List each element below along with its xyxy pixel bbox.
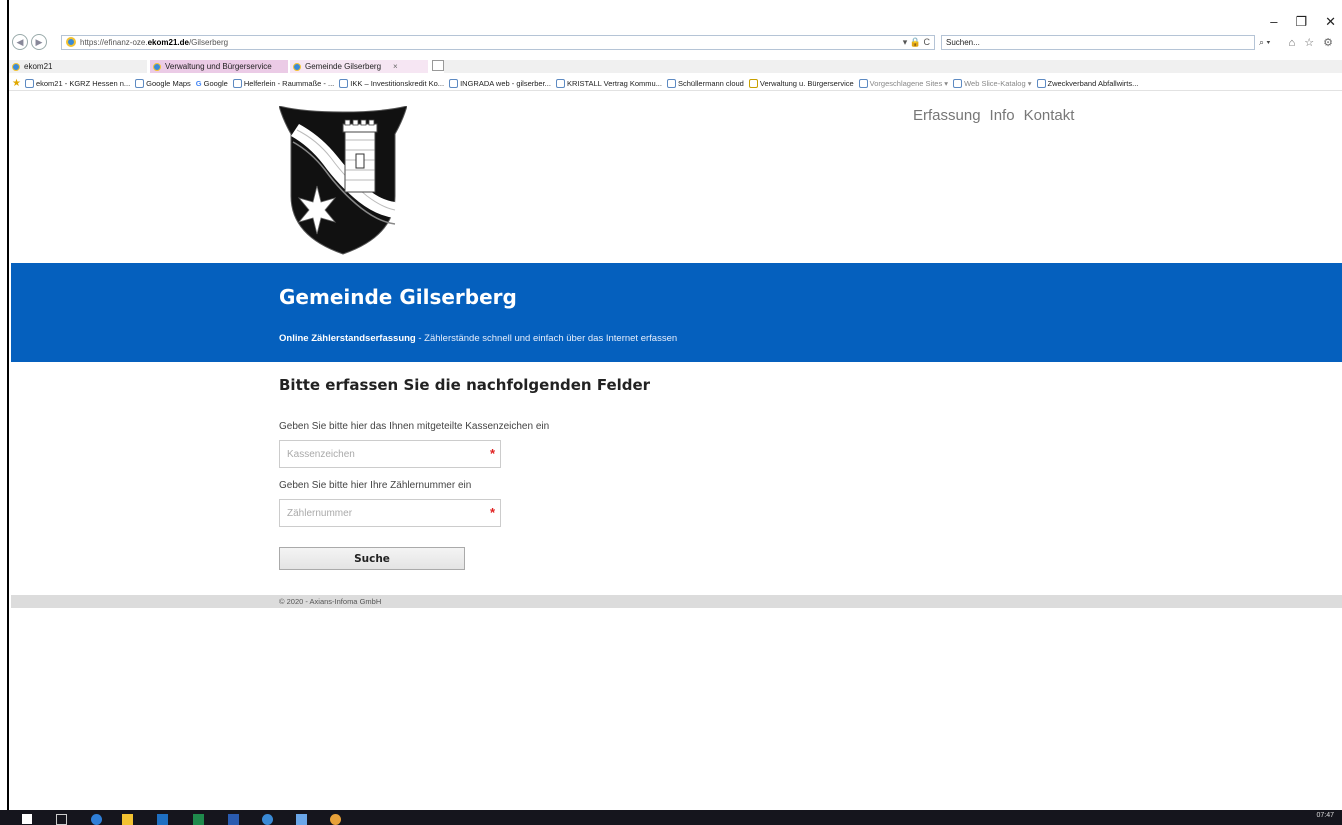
favorite-link[interactable]: KRISTALL Vertrag Kommu... bbox=[555, 78, 662, 88]
app-icon[interactable] bbox=[296, 814, 307, 825]
required-marker: * bbox=[489, 446, 495, 461]
favorites-star-icon[interactable]: ★ bbox=[12, 78, 21, 89]
kassenzeichen-input[interactable] bbox=[280, 441, 500, 467]
app-icon[interactable] bbox=[330, 814, 341, 825]
required-marker: * bbox=[489, 505, 495, 520]
new-tab-button[interactable] bbox=[432, 60, 444, 71]
browser-chrome: – ❐ ✕ ◀ ▶ https://efinanz-oze. ekom21.de /… bbox=[9, 0, 1342, 93]
tab-gilserberg[interactable]: Gemeinde Gilserberg × bbox=[290, 60, 428, 73]
favorite-link[interactable]: Web Slice-Katalog ▾ bbox=[953, 78, 1032, 88]
tab-close-icon[interactable]: × bbox=[393, 62, 398, 71]
meter-form: Bitte erfassen Sie die nachfolgenden Fel… bbox=[279, 376, 879, 570]
ie-icon bbox=[12, 62, 20, 71]
subtitle-bold: Online Zählerstandserfassung bbox=[279, 333, 416, 344]
favorite-link[interactable]: INGRADA web - gilserber... bbox=[449, 78, 551, 88]
zaehlernummer-field: * bbox=[279, 499, 501, 527]
nav-erfassung[interactable]: Erfassung bbox=[913, 107, 981, 124]
header-banner: Gemeinde Gilserberg Online Zählerstandse… bbox=[11, 263, 1342, 362]
edge-icon[interactable] bbox=[91, 814, 102, 825]
tab-label: ekom21 bbox=[24, 62, 53, 71]
favorite-link[interactable]: ekom21 - KGRZ Hessen n... bbox=[24, 78, 130, 88]
favorite-link[interactable]: Zweckverband Abfallwirts... bbox=[1036, 78, 1138, 88]
word-icon[interactable] bbox=[228, 814, 239, 825]
page-title: Gemeinde Gilserberg bbox=[279, 285, 517, 309]
favorite-link[interactable]: G Google bbox=[196, 79, 228, 88]
browser-search-input[interactable]: Suchen... bbox=[941, 34, 1255, 50]
addr-icons[interactable]: ▾ 🔒 C bbox=[903, 37, 930, 48]
footer: © 2020 - Axians-Infoma GmbH bbox=[11, 595, 1342, 608]
address-row: ◀ ▶ https://efinanz-oze. ekom21.de/Gilser… bbox=[9, 33, 1342, 51]
nav-kontakt[interactable]: Kontakt bbox=[1024, 107, 1075, 124]
window-left-border bbox=[0, 0, 9, 810]
outlook-icon[interactable] bbox=[157, 814, 168, 825]
address-bar[interactable]: https://efinanz-oze. ekom21.de/Gilserberg… bbox=[61, 34, 935, 50]
url-path: /Gilserberg bbox=[188, 37, 229, 47]
zaehlernummer-label: Geben Sie bitte hier Ihre Zählernummer e… bbox=[279, 480, 472, 491]
ie-taskbar-icon[interactable] bbox=[262, 814, 273, 825]
window-controls: – ❐ ✕ bbox=[1270, 14, 1336, 30]
favorite-link[interactable]: Schüllermann cloud bbox=[666, 78, 744, 88]
task-view-icon[interactable] bbox=[56, 814, 67, 825]
top-navigation: Erfassung Info Kontakt bbox=[913, 107, 1074, 124]
ie-icon bbox=[293, 62, 301, 71]
favorite-link[interactable]: Google Maps bbox=[135, 78, 191, 88]
back-icon[interactable]: ◀ bbox=[12, 34, 28, 50]
subtitle-text: - Zählerstände schnell und einfach über … bbox=[415, 333, 678, 344]
nav-info[interactable]: Info bbox=[990, 107, 1015, 124]
kassenzeichen-field: * bbox=[279, 440, 501, 468]
maximize-button[interactable]: ❐ bbox=[1295, 14, 1307, 30]
tab-label: Verwaltung und Bürgerservice bbox=[165, 62, 272, 71]
favorite-link[interactable]: Verwaltung u. Bürgerservice bbox=[748, 78, 854, 88]
page-content: Erfassung Info Kontakt Gemeinde Gilserbe… bbox=[11, 94, 1342, 808]
tab-verwaltung[interactable]: Verwaltung und Bürgerservice bbox=[150, 60, 288, 73]
url-domain: ekom21.de bbox=[147, 37, 189, 47]
tab-label: Gemeinde Gilserberg bbox=[305, 62, 382, 71]
favorite-link[interactable]: IKK – Investitionskredit Ko... bbox=[339, 78, 444, 88]
tab-bar: ekom21 Verwaltung und Bürgerservice Geme… bbox=[9, 60, 1342, 73]
banner-subtitle: Online Zählerstandserfassung - Zählerstä… bbox=[279, 333, 677, 344]
minimize-button[interactable]: – bbox=[1270, 14, 1277, 30]
taskbar-clock[interactable]: 07:47 bbox=[1316, 812, 1334, 819]
toolbar-icons[interactable]: ⌂ ☆ ⚙ bbox=[1289, 36, 1336, 49]
url-prefix: https://efinanz-oze. bbox=[80, 37, 148, 47]
kassenzeichen-label: Geben Sie bitte hier das Ihnen mitgeteil… bbox=[279, 421, 550, 432]
windows-taskbar: 07:47 bbox=[0, 810, 1342, 825]
tab-ekom21[interactable]: ekom21 bbox=[9, 60, 147, 73]
search-icon[interactable]: ⌕ ▾ bbox=[1259, 37, 1270, 48]
search-button[interactable]: Suche bbox=[279, 547, 465, 570]
excel-icon[interactable] bbox=[193, 814, 204, 825]
ie-icon bbox=[66, 37, 76, 47]
close-window-button[interactable]: ✕ bbox=[1325, 14, 1336, 30]
windows-start-icon[interactable] bbox=[22, 814, 32, 824]
explorer-icon[interactable] bbox=[122, 814, 133, 825]
coat-of-arms-logo bbox=[279, 106, 407, 255]
footer-copyright: © 2020 - Axians-Infoma GmbH bbox=[279, 597, 382, 606]
form-heading: Bitte erfassen Sie die nachfolgenden Fel… bbox=[279, 376, 651, 394]
zaehlernummer-input[interactable] bbox=[280, 500, 500, 526]
forward-icon[interactable]: ▶ bbox=[31, 34, 47, 50]
ie-icon bbox=[153, 62, 161, 71]
favorite-link[interactable]: Vorgeschlagene Sites ▾ bbox=[858, 78, 948, 88]
favorites-bar: ★ ekom21 - KGRZ Hessen n... Google Maps … bbox=[9, 76, 1342, 91]
favorite-link[interactable]: Helferlein - Raummaße - ... bbox=[232, 78, 334, 88]
